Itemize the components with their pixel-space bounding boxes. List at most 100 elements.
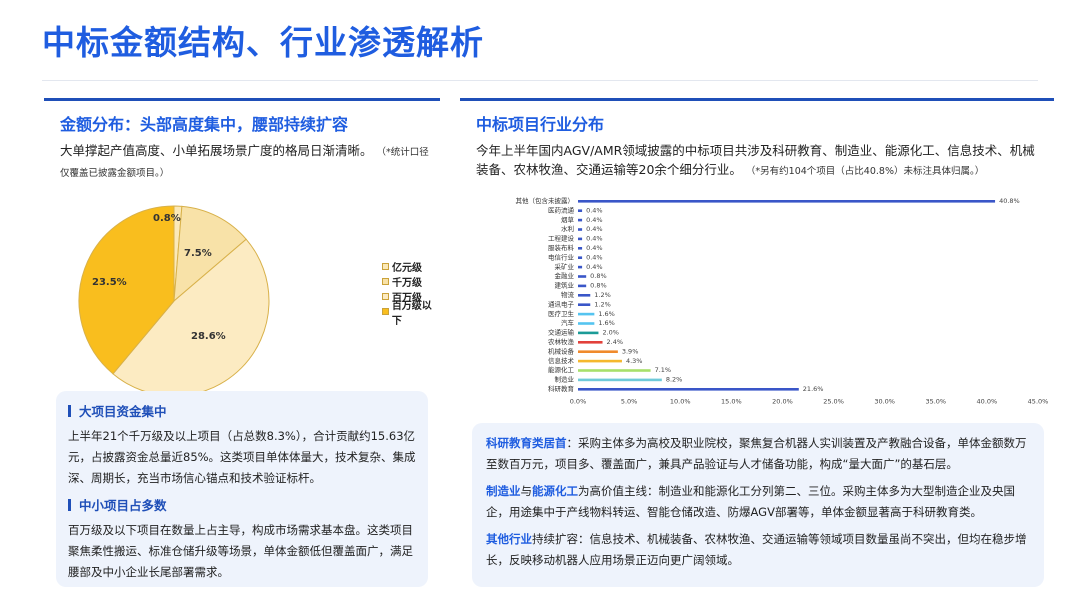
heading-bar [68, 404, 71, 417]
x-tick-label: 40.0% [977, 397, 998, 405]
bar [578, 378, 662, 382]
x-tick-label: 30.0% [874, 397, 895, 405]
bar-category-label: 信息技术 [548, 356, 575, 365]
callout-title: 中小项目占多数 [79, 498, 167, 513]
bar-value-label: 0.4% [586, 244, 603, 252]
amount-distribution-panel: 金额分布：头部高度集中，腰部持续扩容 大单撑起产值高度、小单拓展场景广度的格局日… [44, 98, 440, 594]
bar [578, 218, 583, 222]
amount-distribution-heading: 金额分布：头部高度集中，腰部持续扩容 [60, 115, 349, 134]
bar-value-label: 0.4% [586, 216, 603, 224]
insight-highlight: 制造业 [486, 484, 521, 498]
bar-value-label: 1.2% [594, 291, 611, 299]
bar-value-label: 3.9% [622, 347, 639, 355]
legend-label: 亿元级 [392, 263, 422, 274]
callout-title: 大项目资金集中 [79, 404, 167, 419]
insight-paragraph: 科研教育类居首：采购主体多为高校及职业院校，聚焦复合机器人实训装置及产教融合设备… [486, 433, 1030, 475]
bar [578, 322, 595, 325]
x-tick-label: 0.0% [570, 397, 587, 405]
bar-value-label: 0.8% [590, 282, 607, 290]
bar [578, 265, 583, 269]
legend-swatch [382, 278, 389, 285]
insight-highlight: 其他行业 [486, 532, 532, 546]
legend-label: 千万级 [392, 278, 422, 289]
bar-value-label: 8.2% [666, 376, 683, 384]
bar [578, 359, 622, 363]
bar-category-label: 电信行业 [548, 252, 575, 261]
x-tick-label: 35.0% [925, 397, 946, 405]
bar [578, 247, 583, 250]
x-tick-label: 10.0% [670, 397, 691, 405]
legend-item: 百万级以下 [382, 301, 440, 327]
bar-category-label: 能源化工 [548, 365, 575, 374]
bar-value-label: 0.4% [586, 225, 603, 233]
amount-desc-text: 大单撑起产值高度、小单拓展场景广度的格局日渐清晰。 [60, 143, 373, 158]
bar-category-label: 物流 [561, 290, 575, 299]
bar-value-label: 0.8% [590, 272, 607, 280]
bar-category-label: 服装布料 [548, 243, 575, 252]
x-tick-label: 15.0% [721, 397, 742, 405]
bar-category-label: 工程建设 [548, 234, 575, 243]
bar [578, 209, 583, 212]
x-tick-label: 20.0% [772, 397, 793, 405]
bar [578, 350, 618, 353]
bar-category-label: 医疗卫生 [548, 309, 575, 318]
page-title: 中标金额结构、行业渗透解析 [42, 23, 484, 62]
bar-value-label: 40.8% [999, 197, 1020, 205]
bar [578, 369, 651, 372]
bar-category-label: 通讯电子 [548, 299, 575, 308]
bar [578, 256, 583, 259]
insight-text: ：采购主体多为高校及职业院校，聚焦复合机器人实训装置及产教融合设备，单体金额数万… [486, 436, 1027, 471]
legend-item: 千万级 [382, 274, 440, 289]
bar-value-label: 0.4% [586, 263, 603, 271]
industry-bar-chart: 其他（包含未披露） 40.8% 医药流通 0.4% 烟草 0.4% 水利 0.4% 工程建设 0.… [516, 196, 1049, 405]
amount-pie-chart [78, 205, 270, 397]
legend-item: 亿元级 [382, 259, 440, 274]
callout-heading: 中小项目占多数 [68, 495, 416, 514]
bar [578, 228, 583, 231]
bar [578, 312, 595, 316]
bar [578, 303, 591, 306]
insight-highlight: 科研教育类居首 [486, 436, 567, 450]
bar [578, 331, 599, 335]
industry-desc-note: （*另有约104个项目（占比40.8%）未标注具体归属。） [745, 166, 985, 177]
legend-swatch [382, 308, 389, 315]
industry-distribution-desc: 今年上半年国内AGV/AMR领域披露的中标项目共涉及科研教育、制造业、能源化工、… [476, 141, 1046, 181]
bar-value-label: 1.2% [594, 300, 611, 308]
amount-insight-box: 大项目资金集中 上半年21个千万级及以上项目（占总数8.3%），合计贡献约15.… [56, 391, 428, 587]
bar [578, 284, 587, 288]
insight-paragraph: 制造业与能源化工为高价值主线：制造业和能源化工分列第二、三位。采购主体多为大型制… [486, 481, 1030, 523]
bar [578, 388, 799, 391]
bar-category-label: 制造业 [555, 375, 575, 384]
bar-value-label: 1.6% [598, 310, 615, 318]
bar-value-label: 21.6% [803, 385, 824, 393]
amount-distribution-desc: 大单撑起产值高度、小单拓展场景广度的格局日渐清晰。 （*统计口径仅覆盖已披露金额… [60, 141, 430, 183]
legend-swatch [382, 293, 389, 300]
pie-label-below-baiwan: 23.5% [92, 277, 127, 288]
insight-highlight: 能源化工 [532, 484, 578, 498]
bar [578, 200, 996, 203]
bar-value-label: 7.1% [655, 366, 672, 374]
callout-text: 百万级及以下项目在数量上占主导，构成市场需求基本盘。这类项目聚焦柔性搬运、标准仓… [68, 523, 413, 579]
legend-label: 百万级以下 [391, 300, 432, 327]
x-tick-label: 25.0% [823, 397, 844, 405]
callout-heading: 大项目资金集中 [68, 401, 416, 420]
bar-value-label: 0.4% [586, 253, 603, 261]
bar [578, 275, 587, 278]
insight-text: 与 [520, 484, 533, 498]
bar-value-label: 0.4% [586, 235, 603, 243]
insight-paragraph: 其他行业持续扩容：信息技术、机械装备、农林牧渔、交通运输等领域项目数量虽尚不突出… [486, 529, 1030, 571]
bar-category-label: 医药流通 [548, 205, 575, 214]
bar [578, 341, 603, 344]
bar-category-label: 金融业 [555, 271, 575, 280]
bar-category-label: 建筑业 [555, 281, 575, 290]
bar-value-label: 1.6% [598, 319, 615, 327]
industry-distribution-panel: 中标项目行业分布 今年上半年国内AGV/AMR领域披露的中标项目共涉及科研教育、… [460, 98, 1054, 594]
callout-text: 上半年21个千万级及以上项目（占总数8.3%），合计贡献约15.63亿元，占披露… [68, 429, 416, 485]
bar-category-label: 交通运输 [548, 328, 575, 337]
x-tick-label: 5.0% [621, 397, 638, 405]
bar-value-label: 2.0% [602, 329, 619, 337]
legend-swatch [382, 263, 389, 270]
heading-bar [68, 498, 71, 511]
bar [578, 237, 583, 241]
industry-distribution-heading: 中标项目行业分布 [476, 115, 605, 134]
